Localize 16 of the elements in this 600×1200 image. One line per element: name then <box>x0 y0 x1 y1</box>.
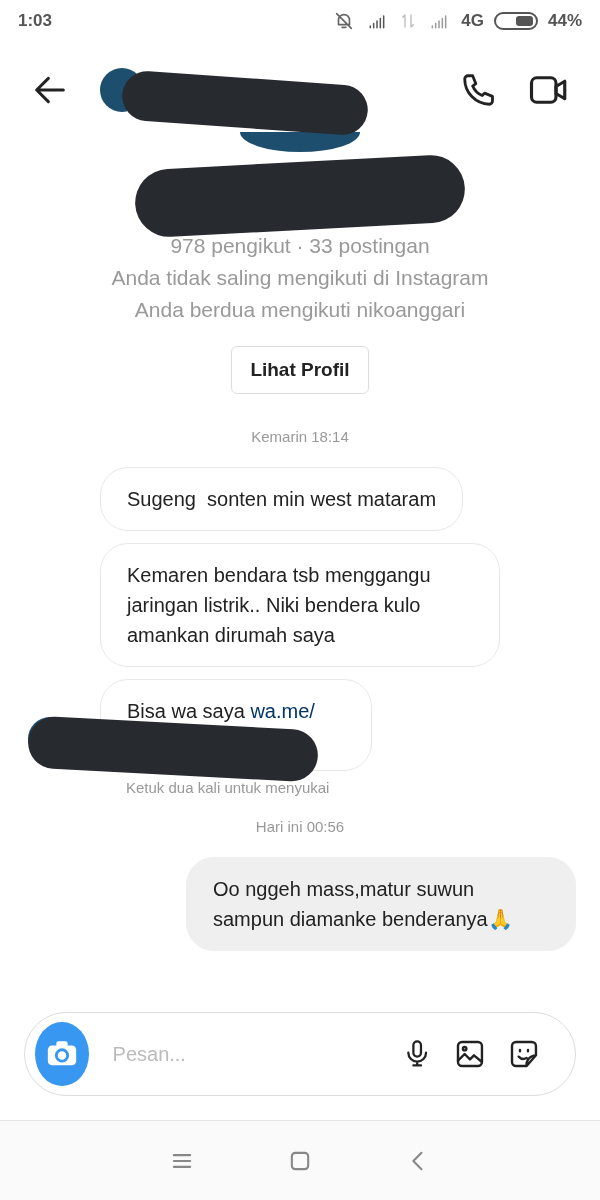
camera-button[interactable] <box>35 1022 89 1086</box>
message-bubble: Oo nggeh mass,matur suwun sampun diamanke benderanya🙏 <box>186 857 576 951</box>
profile-info-line: Anda berdua mengikuti nikoanggari <box>134 297 466 323</box>
profile-info-line: Anda tidak saling mengikuti di Instagram <box>111 265 489 291</box>
timestamp: Kemarin 18:14 <box>250 427 350 447</box>
message-bubble: Sugeng sonten min west mataram <box>100 467 464 531</box>
message-bubble: Kemaren bendara tsb menggangu jaringan listrik.. Niki bendera kulo amankan dirumah saya <box>100 543 500 667</box>
profile-stats: 978 pengikut · 33 postingan <box>170 233 430 259</box>
timestamp: Hari ini 00:56 <box>254 817 346 837</box>
network-type: 4G <box>461 11 484 31</box>
clock-time: 1:03 <box>18 11 53 31</box>
double-tap-hint: Ketuk dua kali untuk menyukai <box>126 779 331 796</box>
view-profile-button[interactable]: Lihat Profil <box>231 346 369 394</box>
battery-percent: 44% <box>547 11 582 31</box>
message-link[interactable]: wa.me/ <box>250 700 315 722</box>
battery-icon <box>493 11 538 31</box>
